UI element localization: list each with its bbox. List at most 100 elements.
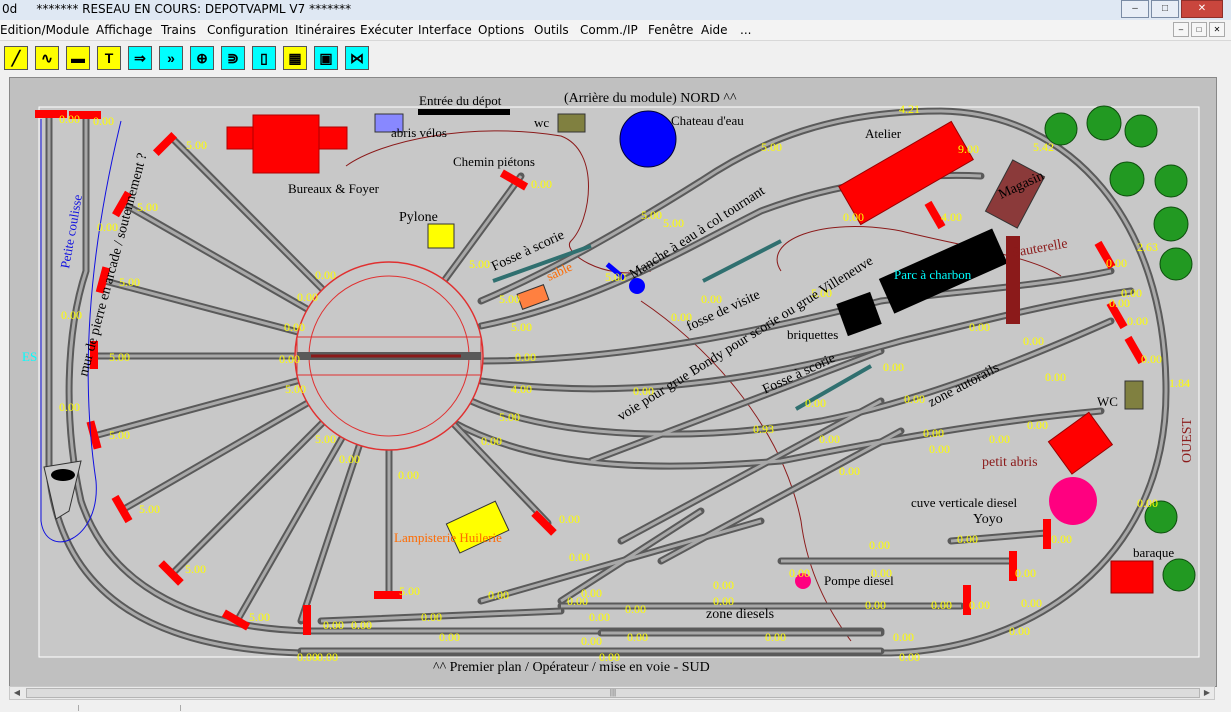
track-value: 0.00 xyxy=(589,610,610,624)
track-value: 0.00 xyxy=(315,268,336,282)
maximize-button[interactable]: □ xyxy=(1151,0,1179,18)
double-turnout-tool-button[interactable]: » xyxy=(159,46,183,70)
buffer-stop-tool-button[interactable]: ▯ xyxy=(252,46,276,70)
track-value: 0.00 xyxy=(279,352,300,366)
menu-edition-module[interactable]: Edition/Module xyxy=(0,23,89,37)
pylone-shape[interactable] xyxy=(427,223,455,249)
track-value: 5.00 xyxy=(499,410,520,424)
tree-icon xyxy=(1124,114,1158,148)
track-curve-tool-button[interactable]: ∿ xyxy=(35,46,59,70)
crossing-tool-button[interactable]: ⋈ xyxy=(345,46,369,70)
track-value: 0.00 xyxy=(1015,566,1036,580)
locomotive-icon[interactable] xyxy=(51,469,75,481)
menu-trains[interactable]: Trains xyxy=(161,23,196,37)
arriere-module-label: (Arrière du module) NORD ^^ xyxy=(564,91,737,106)
turnout-icon: ⇒ xyxy=(134,49,146,66)
track-value: 0.00 xyxy=(1023,334,1044,348)
track-value: 5.42 xyxy=(1033,140,1054,154)
menu-fenetre[interactable]: Fenêtre xyxy=(648,23,693,37)
mdi-minimize-button[interactable]: – xyxy=(1173,22,1189,37)
track-value: 4.21 xyxy=(899,102,920,116)
chateau-eau-label: Chateau d'eau xyxy=(671,113,744,128)
track-value: 0.00 xyxy=(398,468,419,482)
cuve-diesel-shape[interactable] xyxy=(1049,477,1097,525)
menu-interface[interactable]: Interface xyxy=(418,23,472,37)
atelier-label: Atelier xyxy=(865,126,902,141)
track-value: 0.00 xyxy=(843,210,864,224)
track-value: 0.00 xyxy=(59,400,80,414)
status-cell-1 xyxy=(78,705,179,711)
track-value: 0.00 xyxy=(969,598,990,612)
track-value: 0.00 xyxy=(297,650,318,664)
horizontal-scrollbar[interactable]: ◀ ||| ▶ xyxy=(9,686,1215,700)
mdi-controls: – □ ✕ xyxy=(1171,22,1225,37)
menu-comm-ip[interactable]: Comm./IP xyxy=(580,23,638,37)
close-button[interactable]: ✕ xyxy=(1181,0,1223,18)
menu-more[interactable]: ... xyxy=(740,23,751,37)
tree-icon xyxy=(1159,247,1193,281)
wc-top-shape[interactable] xyxy=(557,113,586,133)
mdi-restore-button[interactable]: □ xyxy=(1191,22,1207,37)
scroll-left-icon[interactable]: ◀ xyxy=(10,687,24,699)
track-value: 5.00 xyxy=(139,502,160,516)
turntable-tool-button[interactable]: ⊕ xyxy=(190,46,214,70)
track-value: 0.00 xyxy=(1027,418,1048,432)
track-value: 5.00 xyxy=(249,610,270,624)
track-value: 0.00 xyxy=(351,618,372,632)
buffer-stop-icon: ▯ xyxy=(260,49,268,66)
track-value: 0.00 xyxy=(61,308,82,322)
track-value: 0.00 xyxy=(1141,352,1162,366)
track-value: 0.00 xyxy=(805,396,826,410)
track-value: 0.00 xyxy=(1045,370,1066,384)
track-value: 0.00 xyxy=(839,464,860,478)
menu-affichage[interactable]: Affichage xyxy=(96,23,152,37)
track-value: 5.00 xyxy=(109,428,130,442)
track-value: 0.00 xyxy=(713,594,734,608)
curved-turnout-tool-button[interactable]: ⋑ xyxy=(221,46,245,70)
track-value: 0.00 xyxy=(969,320,990,334)
tree-icon xyxy=(1086,105,1122,141)
toolbar: ╱ ∿ ▬ T ⇒ » ⊕ ⋑ ▯ ▦ ▣ ⋈ xyxy=(0,42,1231,76)
bureaux-building[interactable] xyxy=(252,114,320,174)
grid-panel-tool-button[interactable]: ▣ xyxy=(314,46,338,70)
menu-aide[interactable]: Aide xyxy=(701,23,728,37)
track-value: 0.00 xyxy=(929,442,950,456)
scroll-thumb[interactable]: ||| xyxy=(26,688,1200,698)
title-bar: 0d ******* RESEAU EN COURS: DEPOTVAPML V… xyxy=(0,0,1231,20)
menu-configuration[interactable]: Configuration xyxy=(207,23,288,37)
track-value: 5.00 xyxy=(663,216,684,230)
menu-bar: Edition/Module Affichage Trains Configur… xyxy=(0,20,1231,41)
baraque-shape[interactable] xyxy=(1110,560,1154,594)
status-bar xyxy=(0,704,1231,712)
menu-outils[interactable]: Outils xyxy=(534,23,569,37)
track-value: 0.00 xyxy=(627,630,648,644)
scroll-right-icon[interactable]: ▶ xyxy=(1200,687,1214,699)
track-value: 0.00 xyxy=(339,452,360,466)
bureaux-foyer-label: Bureaux & Foyer xyxy=(288,181,380,196)
track-value: 0.00 xyxy=(765,630,786,644)
minimize-button[interactable]: – xyxy=(1121,0,1149,18)
track-value: 0.00 xyxy=(1127,314,1148,328)
track-value: 5.00 xyxy=(119,275,140,289)
track-value: 0.00 xyxy=(1021,596,1042,610)
mdi-close-button[interactable]: ✕ xyxy=(1209,22,1225,37)
menu-options[interactable]: Options xyxy=(478,23,524,37)
track-line-tool-button[interactable]: ╱ xyxy=(4,46,28,70)
turnout-tool-button[interactable]: ⇒ xyxy=(128,46,152,70)
track-plan[interactable]: 0.00 0.00 5.00 5.00 0.00 5.00 0.00 5.00 5.00 0.00… xyxy=(10,78,1216,686)
track-line-icon: ╱ xyxy=(11,49,21,66)
track-value: 0.00 xyxy=(713,578,734,592)
track-value: 0.00 xyxy=(931,598,952,612)
track-value: 0.00 xyxy=(1137,496,1158,510)
menu-executer[interactable]: Exécuter xyxy=(360,23,413,37)
window-title: 0d ******* RESEAU EN COURS: DEPOTVAPML V… xyxy=(2,2,352,16)
locomotive-icon: ▬ xyxy=(71,50,85,66)
tree-icon xyxy=(1109,161,1145,197)
menu-itineraires[interactable]: Itinéraires xyxy=(295,23,356,37)
chateau-eau-shape[interactable] xyxy=(619,110,677,168)
signal-panel-tool-button[interactable]: ▦ xyxy=(283,46,307,70)
wc-right-shape[interactable] xyxy=(1124,380,1144,410)
text-tool-tool-button[interactable]: T xyxy=(97,46,121,70)
locomotive-tool-button[interactable]: ▬ xyxy=(66,46,90,70)
layout-canvas[interactable]: 0.00 0.00 5.00 5.00 0.00 5.00 0.00 5.00 5.00 0.00… xyxy=(9,77,1217,687)
